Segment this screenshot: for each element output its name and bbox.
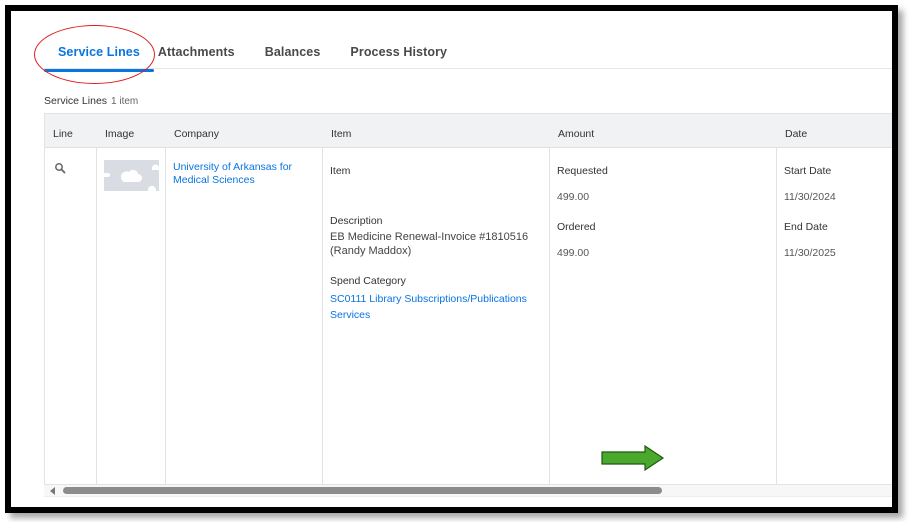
cloud-image-placeholder-icon[interactable] — [104, 160, 159, 191]
service-lines-table: Line Image Company Item Amount Date Univ… — [44, 113, 892, 485]
column-header-amount[interactable]: Amount — [550, 114, 594, 148]
cell-amount: Requested 499.00 Ordered 499.00 — [550, 148, 777, 484]
tab-service-lines[interactable]: Service Lines — [44, 39, 154, 75]
start-date-value: 11/30/2024 — [784, 191, 836, 203]
start-date-label: Start Date — [784, 165, 832, 177]
search-icon[interactable] — [54, 162, 66, 174]
requested-label: Requested — [557, 165, 608, 177]
cell-image — [97, 148, 166, 484]
scrollbar-thumb[interactable] — [63, 487, 662, 494]
company-link[interactable]: University of Arkansas for Medical Scien… — [173, 161, 303, 187]
tab-attachments[interactable]: Attachments — [158, 39, 235, 75]
scroll-left-arrow-icon[interactable] — [50, 487, 55, 495]
section-header: Service Lines 1 item — [44, 95, 138, 107]
column-header-image[interactable]: Image — [97, 114, 134, 148]
tab-balances[interactable]: Balances — [265, 39, 321, 75]
column-header-item[interactable]: Item — [323, 114, 351, 148]
ordered-label: Ordered — [557, 221, 596, 233]
description-value: EB Medicine Renewal-Invoice #1810516 (Ra… — [330, 231, 529, 257]
tab-divider — [44, 68, 892, 69]
annotation-green-arrow-icon — [601, 445, 665, 471]
cell-company: University of Arkansas for Medical Scien… — [166, 148, 323, 484]
horizontal-scrollbar[interactable] — [44, 485, 892, 497]
table-row: University of Arkansas for Medical Scien… — [45, 148, 892, 485]
table-header: Line Image Company Item Amount Date — [45, 114, 892, 148]
spend-category-link[interactable]: SC0111 Library Subscriptions/Publication… — [330, 291, 545, 323]
cell-date: Start Date 11/30/2024 End Date 11/30/202… — [777, 148, 892, 484]
tab-bar: Service Lines Attachments Balances Proce… — [44, 39, 477, 75]
column-header-line[interactable]: Line — [45, 114, 73, 148]
column-header-company[interactable]: Company — [166, 114, 219, 148]
ordered-value: 499.00 — [557, 247, 590, 259]
tab-process-history[interactable]: Process History — [350, 39, 447, 75]
item-count: 1 item — [111, 96, 139, 107]
item-label: Item — [330, 165, 351, 177]
cell-item: Item Description EB Medicine Renewal-Inv… — [323, 148, 550, 484]
description-label: Description — [330, 215, 383, 227]
spend-category-label: Spend Category — [330, 275, 406, 287]
end-date-value: 11/30/2025 — [784, 247, 836, 259]
section-title: Service Lines — [44, 95, 108, 107]
end-date-label: End Date — [784, 221, 828, 233]
cell-line — [45, 148, 97, 484]
screenshot-frame: Service Lines Attachments Balances Proce… — [5, 5, 898, 513]
requested-value: 499.00 — [557, 191, 590, 203]
column-header-date[interactable]: Date — [777, 114, 807, 148]
